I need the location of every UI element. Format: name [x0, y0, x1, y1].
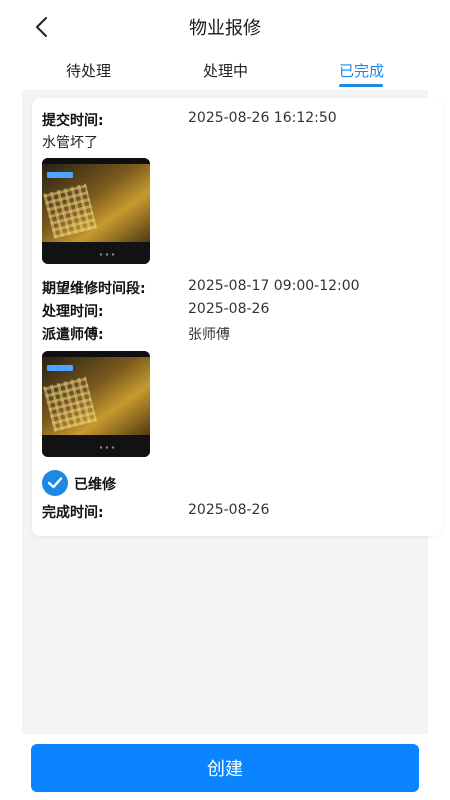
- tab-pending[interactable]: 待处理: [66, 60, 111, 81]
- submit-time-value: 2025-08-26 16:12:50: [188, 110, 337, 126]
- tab-active-indicator: [339, 84, 383, 87]
- process-time-value: 2025-08-26: [188, 301, 270, 317]
- header-bar: 物业报修: [0, 0, 450, 52]
- repair-card: 提交时间: 2025-08-26 16:12:50 水管坏了 期望维修时间段: …: [32, 98, 442, 536]
- repair-photo[interactable]: [42, 158, 150, 264]
- finish-time-label: 完成时间:: [42, 505, 104, 521]
- expected-time-label: 期望维修时间段:: [42, 281, 146, 297]
- create-button[interactable]: 创建: [31, 744, 419, 792]
- expected-time-value: 2025-08-17 09:00-12:00: [188, 278, 360, 294]
- worker-value: 张师傅: [188, 327, 230, 343]
- finish-time-value: 2025-08-26: [188, 502, 270, 518]
- tab-processing[interactable]: 处理中: [203, 60, 248, 81]
- tab-bar: 待处理 处理中 已完成: [0, 56, 450, 90]
- repair-description: 水管坏了: [42, 135, 98, 151]
- expected-time-row: 期望维修时间段: 2025-08-17 09:00-12:00: [42, 278, 360, 298]
- page-title: 物业报修: [189, 18, 261, 39]
- worker-row: 派遣师傅: 张师傅: [42, 324, 230, 344]
- process-time-label: 处理时间:: [42, 304, 104, 320]
- check-circle-icon[interactable]: [42, 470, 68, 496]
- finish-time-row: 完成时间: 2025-08-26: [42, 502, 269, 522]
- status-label: 已维修: [74, 477, 116, 493]
- submit-time-label: 提交时间:: [42, 113, 104, 129]
- tab-completed[interactable]: 已完成: [339, 60, 384, 81]
- worker-label: 派遣师傅:: [42, 327, 104, 343]
- process-time-row: 处理时间: 2025-08-26: [42, 301, 269, 321]
- completion-photo[interactable]: [42, 351, 150, 457]
- submit-time-row: 提交时间: 2025-08-26 16:12:50: [42, 110, 337, 130]
